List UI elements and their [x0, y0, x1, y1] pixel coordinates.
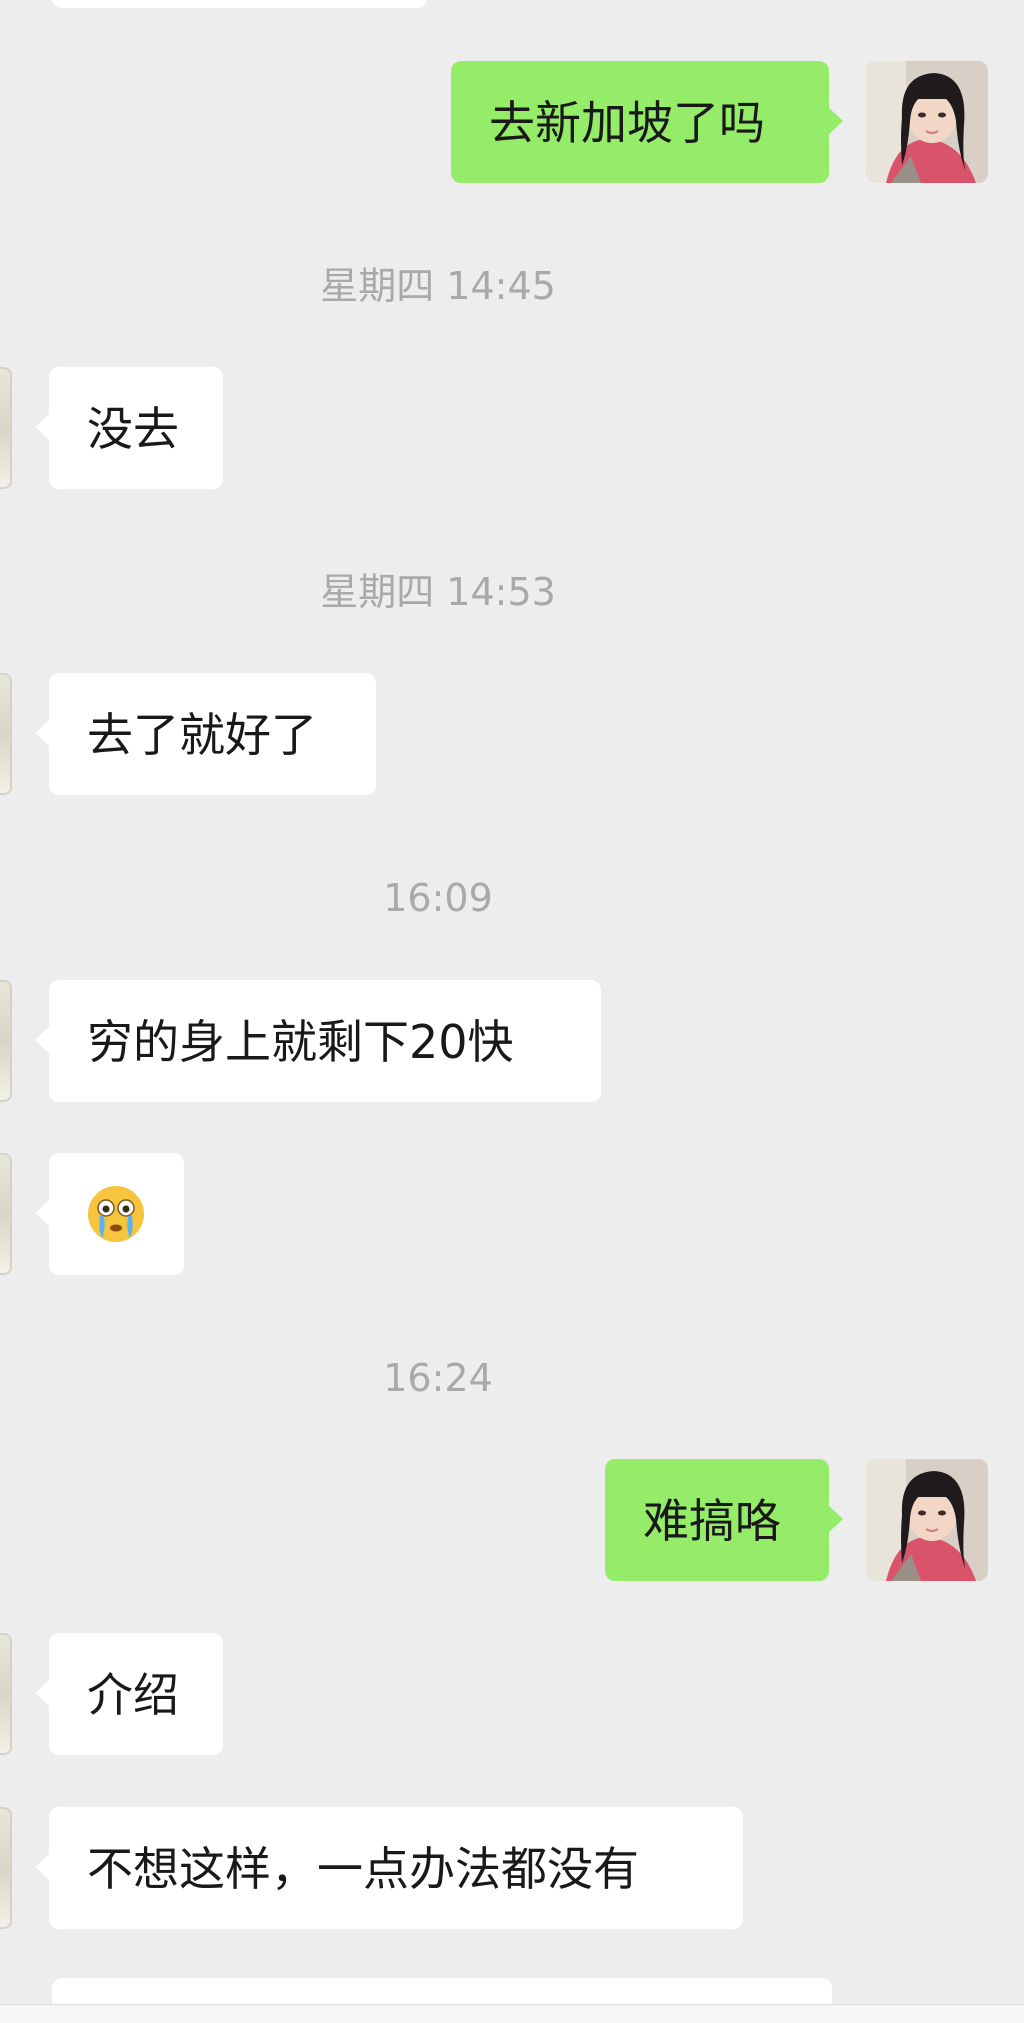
- message-bubble-incoming[interactable]: 介绍: [35, 1633, 223, 1755]
- message-text: 介绍: [87, 1668, 179, 1722]
- message-bubble-incoming[interactable]: 去了就好了: [35, 673, 376, 795]
- timestamp: 星期四 14:53: [320, 570, 556, 614]
- contact-avatar[interactable]: [0, 367, 12, 489]
- message-text: 难搞咯: [643, 1494, 781, 1548]
- timestamp: 星期四 14:45: [320, 264, 556, 308]
- message-bubble-incoming[interactable]: 不想这样，一点办法都没有: [35, 1807, 743, 1929]
- message-bubble-incoming[interactable]: 没去: [35, 367, 223, 489]
- contact-avatar[interactable]: [0, 1633, 12, 1755]
- crying-face-emoji-icon: [88, 1186, 144, 1242]
- message-bubble-outgoing[interactable]: 去新加坡了吗: [451, 61, 843, 183]
- timestamp: 16:24: [383, 1356, 493, 1400]
- message-bubble-outgoing[interactable]: 难搞咯: [605, 1459, 843, 1581]
- message-bubble-incoming-emoji[interactable]: [35, 1153, 184, 1275]
- contact-avatar[interactable]: [0, 1807, 12, 1929]
- message-text: 不想这样，一点办法都没有: [87, 1842, 639, 1896]
- message-bubble-partial-top[interactable]: [52, 0, 427, 8]
- timestamp: 16:09: [383, 876, 493, 920]
- message-text: 去了就好了: [87, 708, 317, 762]
- message-text: 去新加坡了吗: [489, 96, 765, 150]
- contact-avatar[interactable]: [0, 673, 12, 795]
- message-text: 没去: [87, 402, 179, 456]
- avatar-photo-icon: [866, 1459, 988, 1581]
- contact-avatar[interactable]: [0, 1153, 12, 1275]
- message-bubble-incoming[interactable]: 穷的身上就剩下20快: [35, 980, 601, 1102]
- contact-avatar[interactable]: [0, 980, 12, 1102]
- avatar-photo-icon: [866, 61, 988, 183]
- chat-message-list[interactable]: 去新加坡了吗 星期四 14:45 没去 星期四 14:53 去了就好了 16:0…: [0, 0, 1024, 2023]
- my-avatar[interactable]: [866, 1459, 988, 1581]
- my-avatar[interactable]: [866, 61, 988, 183]
- message-text: 穷的身上就剩下20快: [87, 1015, 514, 1069]
- input-bar-edge: [0, 2004, 1024, 2023]
